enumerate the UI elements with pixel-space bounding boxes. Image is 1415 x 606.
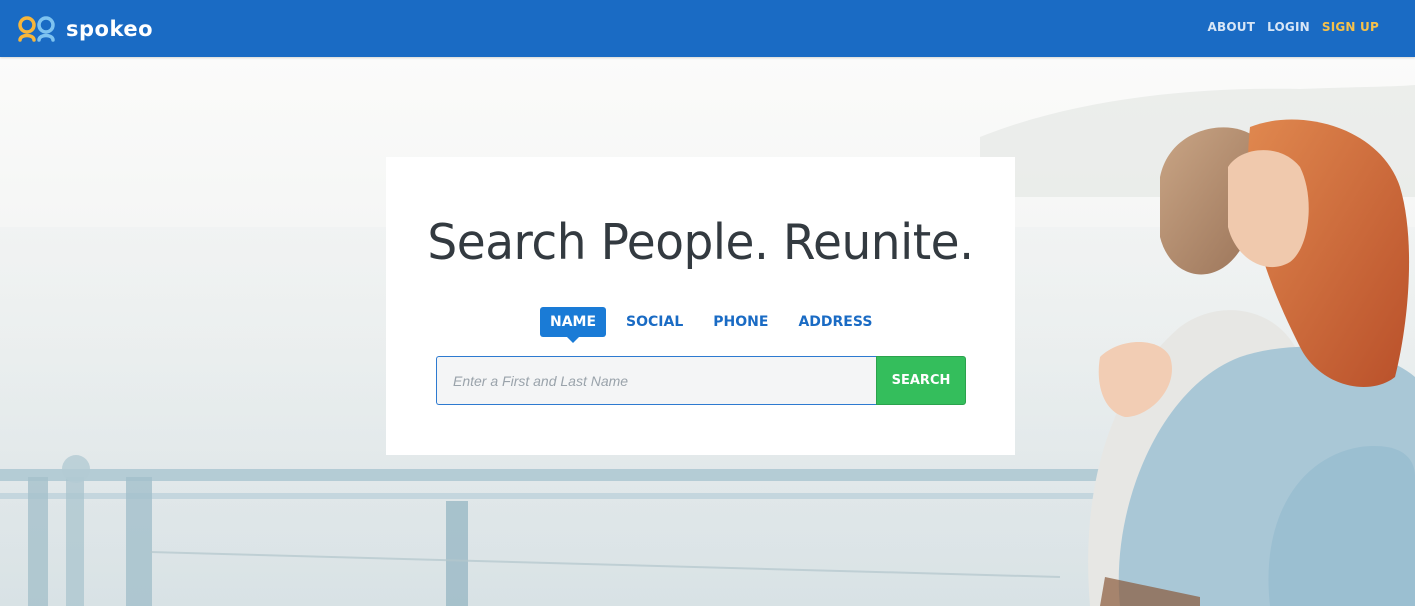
tab-name[interactable]: NAME — [540, 307, 607, 343]
tab-phone[interactable]: PHONE — [703, 307, 778, 337]
search-button[interactable]: SEARCH — [876, 356, 966, 405]
logo-people-icon — [16, 14, 64, 44]
logo-wordmark: spokeo — [66, 17, 154, 41]
top-navbar: spokeo ABOUT LOGIN SIGN UP — [0, 0, 1415, 57]
spokeo-logo[interactable]: spokeo — [16, 14, 153, 44]
name-search-input[interactable] — [436, 356, 876, 405]
search-form: SEARCH — [436, 356, 966, 405]
nav-about-link[interactable]: ABOUT — [1208, 20, 1256, 34]
nav-login-link[interactable]: LOGIN — [1267, 20, 1310, 34]
search-card: Search People. Reunite. NAME SOCIAL PHON… — [386, 157, 1015, 455]
tab-address[interactable]: ADDRESS — [788, 307, 882, 337]
nav-signup-link[interactable]: SIGN UP — [1322, 20, 1379, 34]
search-type-tabs: NAME SOCIAL PHONE ADDRESS — [540, 307, 892, 343]
tab-social[interactable]: SOCIAL — [616, 307, 693, 337]
hero-section: Search People. Reunite. NAME SOCIAL PHON… — [0, 57, 1415, 606]
nav-links: ABOUT LOGIN SIGN UP — [1208, 20, 1379, 34]
hero-headline: Search People. Reunite. — [427, 214, 974, 271]
